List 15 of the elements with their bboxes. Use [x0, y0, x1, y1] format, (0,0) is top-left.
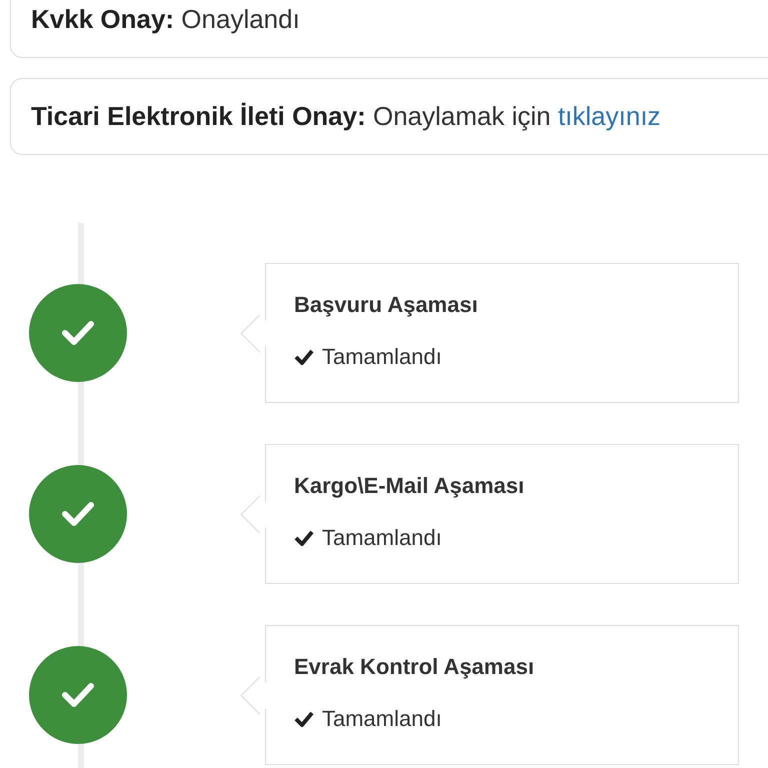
check-icon — [62, 501, 94, 527]
check-icon — [62, 320, 94, 346]
consent-text: Kvkk Onay: Onaylandı — [31, 4, 300, 34]
check-icon — [294, 530, 314, 546]
step-status: Tamamlandı — [322, 525, 442, 551]
check-icon — [294, 349, 314, 365]
check-icon — [294, 711, 314, 727]
step-status: Tamamlandı — [322, 344, 442, 370]
approve-link[interactable]: tıklayınız — [558, 101, 661, 131]
check-icon — [62, 682, 94, 708]
consent-text: Ticari Elektronik İleti Onay: Onaylamak için tıklayınız — [31, 101, 661, 131]
step-title: Başvuru Aşaması — [294, 292, 479, 318]
step-title: Evrak Kontrol Aşaması — [294, 654, 536, 680]
step-status: Tamamlandı — [322, 706, 442, 732]
step-title: Kargo\E-Mail Aşaması — [294, 473, 526, 499]
